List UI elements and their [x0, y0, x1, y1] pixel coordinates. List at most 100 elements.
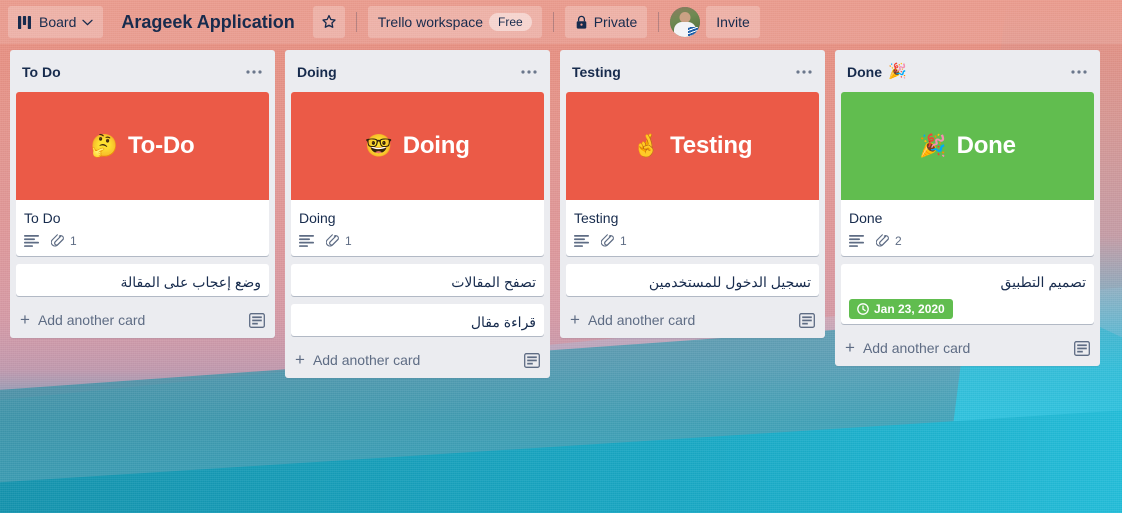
board-icon: [18, 15, 33, 29]
star-icon: [321, 14, 337, 30]
card-cover: 🤔 To-Do: [16, 92, 269, 200]
description-icon: [299, 235, 314, 247]
attachment-count: 1: [70, 234, 77, 248]
card[interactable]: تصميم التطبيق Jan 23, 2020: [841, 264, 1094, 324]
add-card-left: + Add another card: [20, 310, 145, 329]
card-title: تصميم التطبيق: [1000, 274, 1086, 290]
card-title: Testing: [574, 210, 619, 226]
card[interactable]: 🤞 Testing Testing 1: [566, 92, 819, 256]
list-title-wrapper[interactable]: Done 🎉: [847, 62, 907, 82]
toolbar-divider-3: [658, 12, 660, 32]
attachment-badge: 1: [51, 234, 77, 248]
description-badge: [574, 235, 589, 247]
list-header: Testing: [560, 50, 825, 92]
add-card-left: + Add another card: [845, 339, 971, 356]
list-title: To Do: [22, 64, 61, 80]
attachment-badge: 2: [876, 234, 902, 248]
list: Testing 🤞 Testing Testing 1 تسجيل الدخول للمس…: [560, 50, 825, 338]
card[interactable]: تصفح المقالات: [291, 264, 544, 296]
list-header: To Do: [10, 50, 275, 92]
list-actions-button[interactable]: [1066, 60, 1092, 84]
plan-badge: Free: [489, 13, 532, 31]
list-title-wrapper[interactable]: Testing: [572, 62, 621, 82]
attachment-count: 1: [345, 234, 352, 248]
invite-button[interactable]: Invite: [706, 6, 760, 38]
add-card-label: Add another card: [312, 352, 421, 368]
list-header: Doing: [285, 50, 550, 92]
toolbar-divider-2: [552, 12, 554, 32]
attachment-icon: [326, 234, 340, 248]
card-badges: 1: [299, 228, 536, 252]
add-card-label: Add another card: [862, 340, 971, 356]
add-card-label: Add another card: [587, 312, 696, 328]
card-title: تصفح المقالات: [451, 274, 536, 290]
card-template-icon[interactable]: [249, 312, 265, 328]
card-body: قراءة مقال: [291, 304, 544, 336]
invite-label: Invite: [716, 14, 750, 30]
visibility-label: Private: [593, 14, 638, 30]
card[interactable]: 🤓 Doing Doing 1: [291, 92, 544, 256]
add-card-left: + Add another card: [295, 350, 421, 369]
workspace-button[interactable]: Trello workspace Free: [367, 6, 542, 38]
list: To Do 🤔 To-Do To Do 1 وضع إعجاب على المقالة + A…: [10, 50, 275, 338]
board-canvas: To Do 🤔 To-Do To Do 1 وضع إعجاب على المقالة + A…: [0, 44, 1122, 378]
card-body: تصميم التطبيق Jan 23, 2020: [841, 264, 1094, 324]
card-title: Done: [849, 210, 883, 226]
board-view-switcher[interactable]: Board: [8, 6, 104, 38]
description-badge: [849, 235, 864, 247]
plus-icon: +: [295, 350, 305, 369]
card-body: To Do 1: [16, 200, 269, 256]
card-body: Done 2: [841, 200, 1094, 256]
card-list: 🤔 To-Do To Do 1 وضع إعجاب على المقالة: [10, 92, 275, 296]
card-list: 🤓 Doing Doing 1 تصفح المقالات قراءة مقال: [285, 92, 550, 336]
list-actions-button[interactable]: [241, 60, 267, 84]
card-cover: 🎉 Done: [841, 92, 1094, 200]
avatar[interactable]: [670, 7, 701, 37]
board-top-bar: Board Arageek Application Trello workspa…: [0, 0, 1122, 44]
card[interactable]: قراءة مقال: [291, 304, 544, 336]
description-badge: [299, 235, 314, 247]
card-body: تسجيل الدخول للمستخدمين: [566, 264, 819, 296]
add-card-button[interactable]: + Add another card: [560, 304, 825, 338]
visibility-button[interactable]: Private: [564, 6, 648, 38]
card-title: To Do: [24, 210, 61, 226]
card-cover-text: Done: [956, 132, 1016, 159]
list-header: Done 🎉: [835, 50, 1100, 92]
list-actions-button[interactable]: [791, 60, 817, 84]
card-cover-text: Testing: [670, 132, 753, 159]
card-title: وضع إعجاب على المقالة: [120, 274, 261, 290]
card[interactable]: 🎉 Done Done 2: [841, 92, 1094, 256]
attachment-icon: [601, 234, 615, 248]
toolbar-divider-1: [355, 12, 357, 32]
avatar-logo: [688, 27, 699, 36]
list-title: Doing: [297, 64, 337, 80]
list-title-wrapper[interactable]: To Do: [22, 62, 61, 82]
list-title-wrapper[interactable]: Doing: [297, 62, 337, 82]
attachment-count: 1: [620, 234, 627, 248]
card-cover-text: Doing: [402, 132, 470, 159]
star-board-button[interactable]: [312, 6, 345, 38]
page-title: Arageek Application: [121, 11, 295, 32]
plus-icon: +: [20, 310, 30, 329]
attachment-icon: [876, 234, 890, 248]
due-date-badge[interactable]: Jan 23, 2020: [849, 299, 953, 319]
clock-icon: [857, 303, 869, 315]
card-body: Doing 1: [291, 200, 544, 256]
card-template-icon[interactable]: [524, 352, 540, 368]
card-template-icon[interactable]: [799, 312, 815, 328]
description-icon: [24, 235, 39, 247]
card-template-icon[interactable]: [1074, 340, 1090, 356]
attachment-count: 2: [895, 234, 902, 248]
card-cover-emoji: 🤔: [90, 133, 118, 158]
card-title: Doing: [299, 210, 336, 226]
card[interactable]: تسجيل الدخول للمستخدمين: [566, 264, 819, 296]
add-card-button[interactable]: + Add another card: [10, 304, 275, 338]
card[interactable]: 🤔 To-Do To Do 1: [16, 92, 269, 256]
card[interactable]: وضع إعجاب على المقالة: [16, 264, 269, 296]
add-card-button[interactable]: + Add another card: [835, 332, 1100, 366]
chevron-down-icon: [82, 19, 94, 26]
list-actions-button[interactable]: [516, 60, 542, 84]
card-cover-text: To-Do: [127, 132, 195, 159]
card-badges: 1: [574, 228, 811, 252]
add-card-button[interactable]: + Add another card: [285, 344, 550, 378]
